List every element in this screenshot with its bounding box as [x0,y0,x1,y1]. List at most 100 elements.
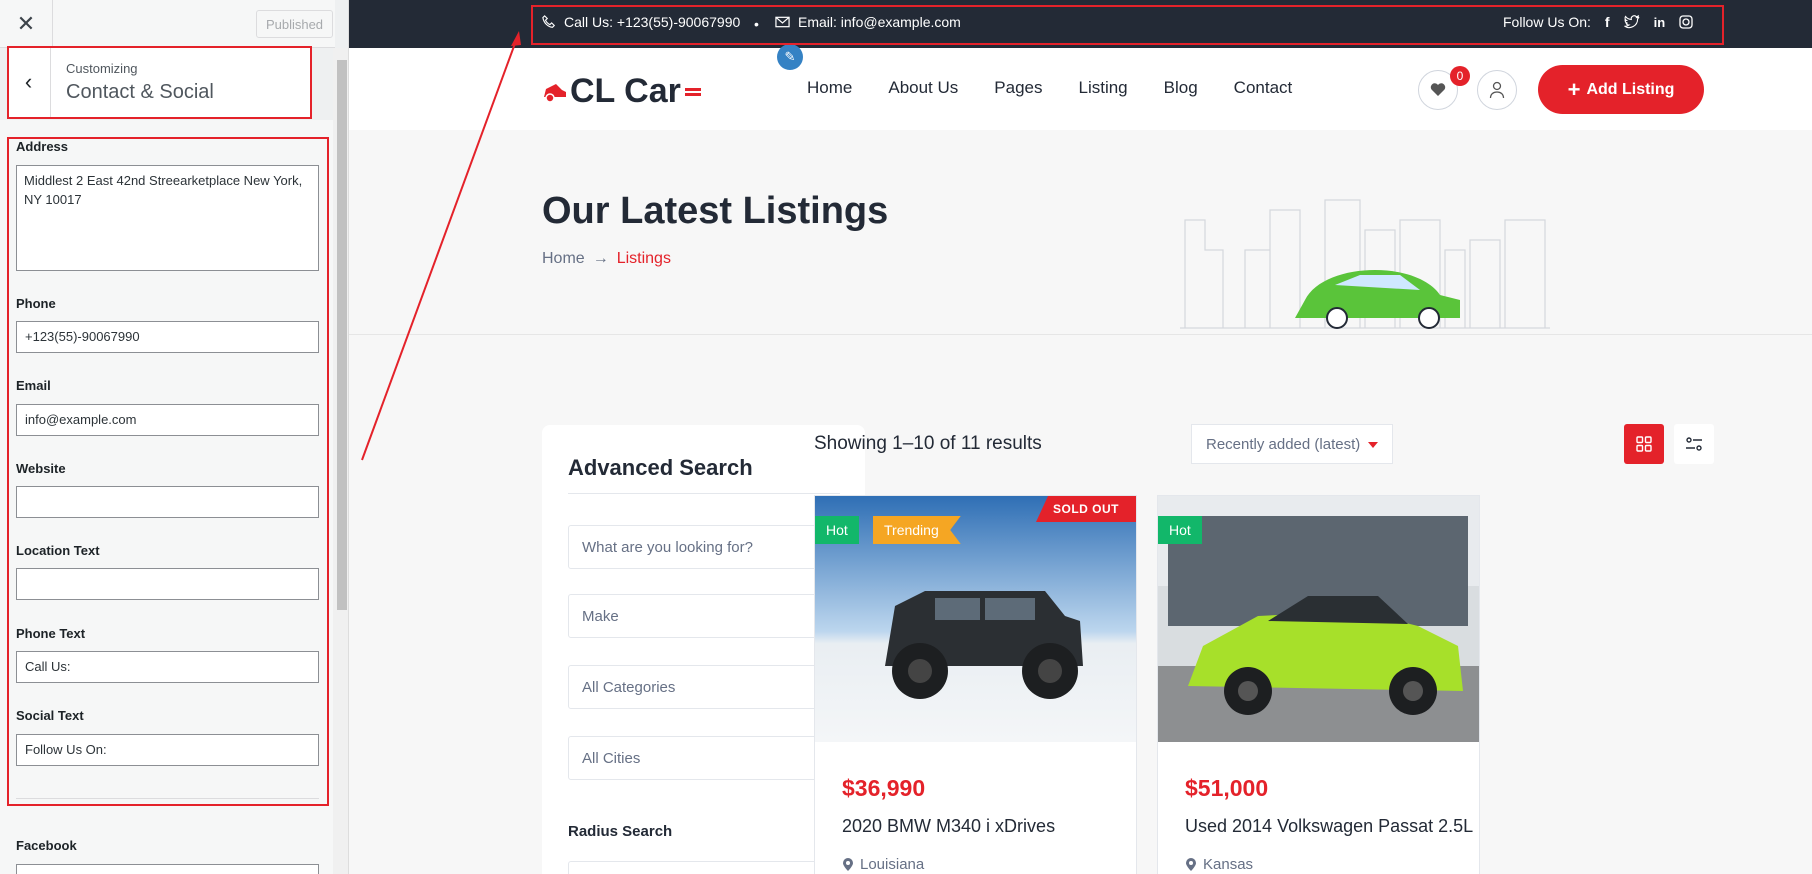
cities-select[interactable]: All Cities [568,736,840,780]
separator-dot: • [754,16,759,32]
social-text-field[interactable]: Follow Us On: [16,734,319,766]
nav-blog[interactable]: Blog [1164,78,1198,98]
site-logo[interactable]: CL Car [542,72,701,111]
main-nav: Home About Us Pages Listing Blog Contact [807,78,1292,98]
sold-out-badge: SOLD OUT [1036,496,1136,522]
logo-accent [684,87,701,96]
account-button[interactable] [1477,70,1517,110]
map-pin-icon [843,858,853,871]
results-count: Showing 1–10 of 11 results [814,433,1042,454]
divider [568,493,840,494]
car-location: Louisiana [842,856,924,873]
call-text: Call Us: +123(55)-90067990 [564,14,741,30]
car-image[interactable] [1158,496,1479,742]
page-title: Our Latest Listings [542,190,889,232]
nav-listing[interactable]: Listing [1079,78,1128,98]
city-car-illustration [1180,199,1550,329]
muscle-car-photo [1158,496,1479,742]
screen: ✕ Published Address Middlest 2 East 42nd… [0,0,1812,874]
grid-view-button[interactable] [1624,424,1664,464]
arrow-right-icon: → [592,250,609,267]
hot-tag: Hot [1158,516,1202,544]
breadcrumb-current: Listings [616,250,671,267]
nav-home[interactable]: Home [807,78,852,98]
location-text-field[interactable] [16,568,319,600]
list-view-button[interactable] [1674,424,1714,464]
breadcrumb: Home → Listings [542,250,671,268]
envelope-icon [775,16,790,28]
email-text: Email: info@example.com [798,14,961,30]
section-title: Contact & Social [66,81,214,103]
email-label: Email [16,378,51,393]
divider [16,798,319,799]
facebook-field[interactable] [16,864,319,874]
keyword-search-input[interactable]: What are you looking for? [568,525,840,569]
facebook-icon[interactable]: f [1605,14,1610,30]
email-field[interactable]: info@example.com [16,404,319,436]
car-price: $51,000 [1185,775,1269,801]
radius-input[interactable] [568,861,840,874]
car-title[interactable]: 2020 BMW M340 i xDrives [842,816,1055,837]
website-field[interactable] [16,486,319,518]
nav-contact[interactable]: Contact [1234,78,1293,98]
social-text-label: Social Text [16,708,84,723]
customizer-panel: ✕ Published Address Middlest 2 East 42nd… [0,0,349,874]
car-image[interactable] [815,496,1136,742]
phone-text-label: Phone Text [16,626,86,641]
scrollbar-thumb[interactable] [337,60,347,610]
hot-tag: Hot [815,516,859,544]
follow-text: Follow Us On: [1503,14,1591,30]
topbar-call: Call Us: +123(55)-90067990 [542,14,740,30]
linkedin-icon[interactable]: in [1654,15,1666,30]
sort-value: Recently added (latest) [1206,436,1361,453]
search-title: Advanced Search [568,455,753,480]
topbar: Call Us: +123(55)-90067990 • Email: info… [349,0,1812,48]
topbar-social: Follow Us On: f in [1503,14,1693,30]
address-textarea[interactable]: Middlest 2 East 42nd Streearketplace New… [16,165,319,271]
back-icon[interactable]: ‹ [7,47,51,117]
breadcrumb-home[interactable]: Home [542,250,585,268]
add-listing-button[interactable]: + Add Listing [1538,65,1704,114]
section-subtitle: Customizing [66,61,138,76]
heart-icon [1430,83,1446,96]
categories-value: All Categories [582,679,676,696]
customizer-header: ✕ Published [0,0,335,48]
nav-about-us[interactable]: About Us [888,78,958,98]
close-icon[interactable]: ✕ [0,0,53,47]
instagram-icon[interactable] [1679,15,1693,29]
facebook-label: Facebook [16,838,77,853]
wishlist-count-badge: 0 [1450,66,1470,86]
phone-field[interactable]: +123(55)-90067990 [16,321,319,353]
location-text: Kansas [1203,856,1254,873]
cities-value: All Cities [582,750,641,767]
customizer-fields: Address Middlest 2 East 42nd Streearketp… [0,120,333,874]
edit-shortcut-pencil-icon[interactable]: ✎ [777,44,803,70]
car-title[interactable]: Used 2014 Volkswagen Passat 2.5L [1185,816,1473,837]
section-header: ‹ Customizing Contact & Social [7,47,310,117]
caret-down-icon [1368,442,1378,448]
address-label: Address [16,139,69,154]
phone-text-field[interactable]: Call Us: [16,651,319,683]
listing-card[interactable]: Hot Trending SOLD OUT $36,990 2020 BMW M… [814,495,1137,874]
car-price: $36,990 [842,775,926,801]
twitter-icon[interactable] [1623,15,1640,29]
jeep-photo [815,496,1136,742]
sort-select[interactable]: Recently added (latest) [1191,424,1393,464]
nav-pages[interactable]: Pages [994,78,1042,98]
logo-text: CL Car [570,72,681,110]
published-button[interactable]: Published [256,10,333,38]
car-logo-icon [544,83,566,103]
plus-icon: + [1567,76,1581,102]
topbar-email: Email: info@example.com [775,14,961,30]
car-location: Kansas [1185,856,1253,873]
phone-label: Phone [16,296,56,311]
website-label: Website [16,461,66,476]
categories-select[interactable]: All Categories [568,665,840,709]
make-select[interactable]: Make [568,594,840,638]
radius-search-label: Radius Search [568,823,673,840]
map-pin-icon [1186,858,1196,871]
user-icon [1489,81,1505,99]
listing-card[interactable]: Hot $51,000 Used 2014 Volkswagen Passat … [1157,495,1480,874]
customizer-scrollbar[interactable] [333,48,348,874]
trending-tag: Trending [873,516,961,544]
